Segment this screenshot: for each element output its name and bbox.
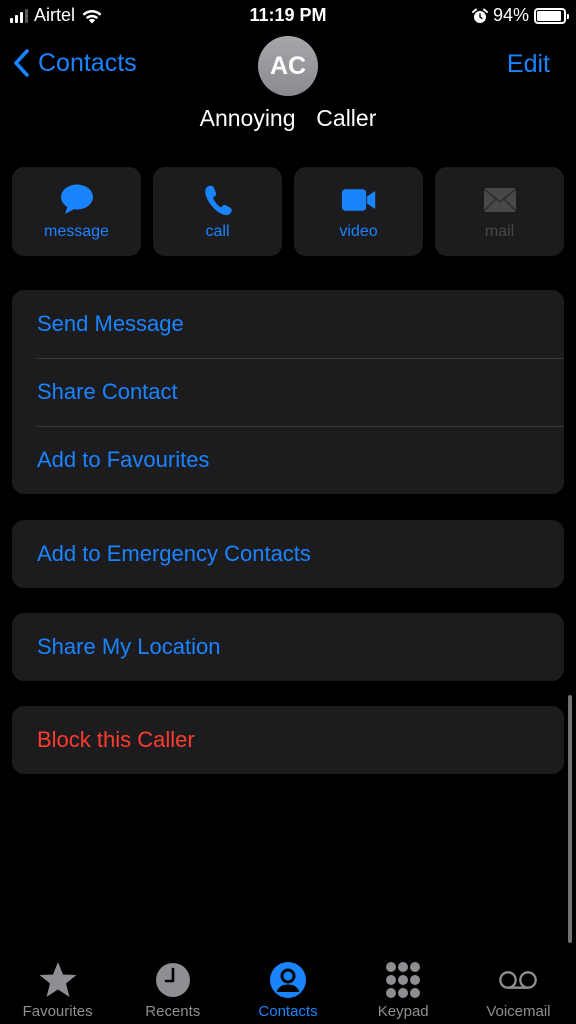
call-label: call [205,223,230,240]
clock-icon [155,963,190,997]
call-action-button[interactable]: call [153,167,282,256]
contact-name: Annoying Caller [199,105,377,131]
share-contact-row[interactable]: Share Contact [12,358,564,426]
tab-bar: Favourites Recents Contacts Keypad Voice… [0,944,576,1024]
tab-contacts[interactable]: Contacts [230,944,345,1024]
battery-fill [537,10,562,21]
status-bar: Airtel 11:19 PM 94% [0,0,576,34]
message-action-button[interactable]: message [12,167,141,256]
send-message-row[interactable]: Send Message [12,290,564,358]
avatar: AC [258,36,318,96]
emergency-group: Add to Emergency Contacts [12,520,564,588]
block-group: Block this Caller [12,706,564,774]
edit-button[interactable]: Edit [507,50,550,79]
tab-favourites[interactable]: Favourites [0,944,115,1024]
tab-label: Favourites [22,1003,93,1020]
video-camera-icon [341,189,375,211]
message-bubble-icon [60,184,93,214]
share-my-location-row[interactable]: Share My Location [12,613,564,681]
envelope-icon [482,188,517,212]
message-label: message [44,223,109,240]
tab-voicemail[interactable]: Voicemail [461,944,576,1024]
keypad-icon [386,962,421,998]
back-label: Contacts [38,48,137,77]
alarm-icon [471,8,488,23]
battery-icon [534,7,569,24]
back-button[interactable]: Contacts [12,48,137,78]
tab-label: Contacts [258,1003,318,1020]
star-icon [39,962,77,997]
video-action-button[interactable]: video [294,167,423,256]
add-to-emergency-contacts-row[interactable]: Add to Emergency Contacts [12,520,564,588]
tab-label: Voicemail [486,1003,551,1020]
battery-percent: 94% [492,5,529,25]
add-to-favourites-row[interactable]: Add to Favourites [12,426,564,494]
avatar-initials: AC [269,51,307,80]
location-group: Share My Location [12,613,564,681]
voicemail-icon [499,971,538,989]
phone-icon [204,185,232,216]
block-caller-row[interactable]: Block this Caller [12,706,564,774]
quick-actions: message call video mail [12,167,564,256]
chevron-left-icon [14,49,29,77]
tab-label: Recents [145,1003,201,1020]
status-right: 94% [471,5,569,26]
scrollbar[interactable] [568,695,572,943]
mail-action-button[interactable]: mail [435,167,564,256]
mail-label: mail [484,223,515,240]
tab-keypad[interactable]: Keypad [346,944,461,1024]
video-label: video [339,223,378,240]
tab-recents[interactable]: Recents [115,944,230,1024]
person-circle-icon [270,962,306,998]
tab-label: Keypad [377,1003,429,1020]
contact-actions-group: Send Message Share Contact Add to Favour… [12,290,564,494]
